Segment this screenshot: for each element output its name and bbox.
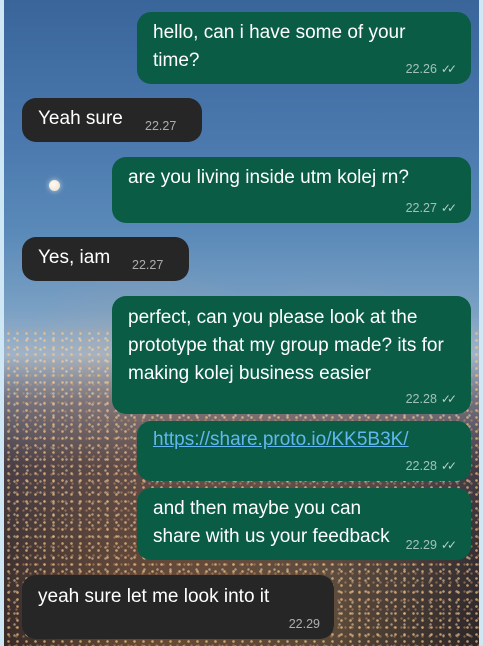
message-bubble-received[interactable]: yeah sure let me look into it 22.29 <box>22 575 334 639</box>
message-bubble-sent[interactable]: perfect, can you please look at the prot… <box>112 296 471 414</box>
message-meta: 22.29 ✓✓ <box>406 538 457 552</box>
double-check-icon: ✓✓ <box>440 392 457 406</box>
chat-background: hello, can i have some of your time? 22.… <box>4 0 479 646</box>
double-check-icon: ✓✓ <box>440 62 457 76</box>
double-check-icon: ✓✓ <box>440 201 457 215</box>
message-time: 22.27 <box>405 201 437 215</box>
message-bubble-sent-link[interactable]: https://share.proto.io/KK5B3K/ 22.28 ✓✓ <box>137 421 471 481</box>
shared-link[interactable]: https://share.proto.io/KK5B3K/ <box>153 426 457 454</box>
message-time: 22.28 <box>405 392 437 406</box>
message-text: perfect, can you please look at the prot… <box>128 307 450 384</box>
message-time: 22.26 <box>405 62 437 76</box>
message-meta: 22.26 ✓✓ <box>406 62 457 76</box>
message-time: 22.27 <box>132 258 164 272</box>
message-time: 22.28 <box>405 459 437 473</box>
message-text: are you living inside utm kolej rn? <box>128 167 409 188</box>
message-bubble-received[interactable]: Yes, iam 22.27 <box>22 237 189 281</box>
message-text: Yeah sure <box>38 108 123 129</box>
message-bubble-sent[interactable]: hello, can i have some of your time? 22.… <box>137 12 471 84</box>
double-check-icon: ✓✓ <box>440 538 457 552</box>
message-bubble-received[interactable]: Yeah sure 22.27 <box>22 98 202 142</box>
message-time: 22.29 <box>405 538 437 552</box>
message-time: 22.29 <box>288 617 320 631</box>
message-meta: 22.28 ✓✓ <box>406 392 457 406</box>
message-meta: 22.29 <box>289 617 320 631</box>
message-bubble-sent[interactable]: are you living inside utm kolej rn? 22.2… <box>112 157 471 223</box>
message-text: yeah sure let me look into it <box>38 586 270 607</box>
message-meta: 22.28 ✓✓ <box>406 459 457 473</box>
message-meta: 22.27 ✓✓ <box>406 201 457 215</box>
moon-wallpaper-detail <box>49 180 60 191</box>
message-text: Yes, iam <box>38 247 111 268</box>
message-time: 22.27 <box>145 119 177 133</box>
message-bubble-sent[interactable]: and then maybe you can share with us you… <box>137 488 471 560</box>
message-text: and then maybe you can share with us you… <box>153 498 390 547</box>
double-check-icon: ✓✓ <box>440 459 457 473</box>
